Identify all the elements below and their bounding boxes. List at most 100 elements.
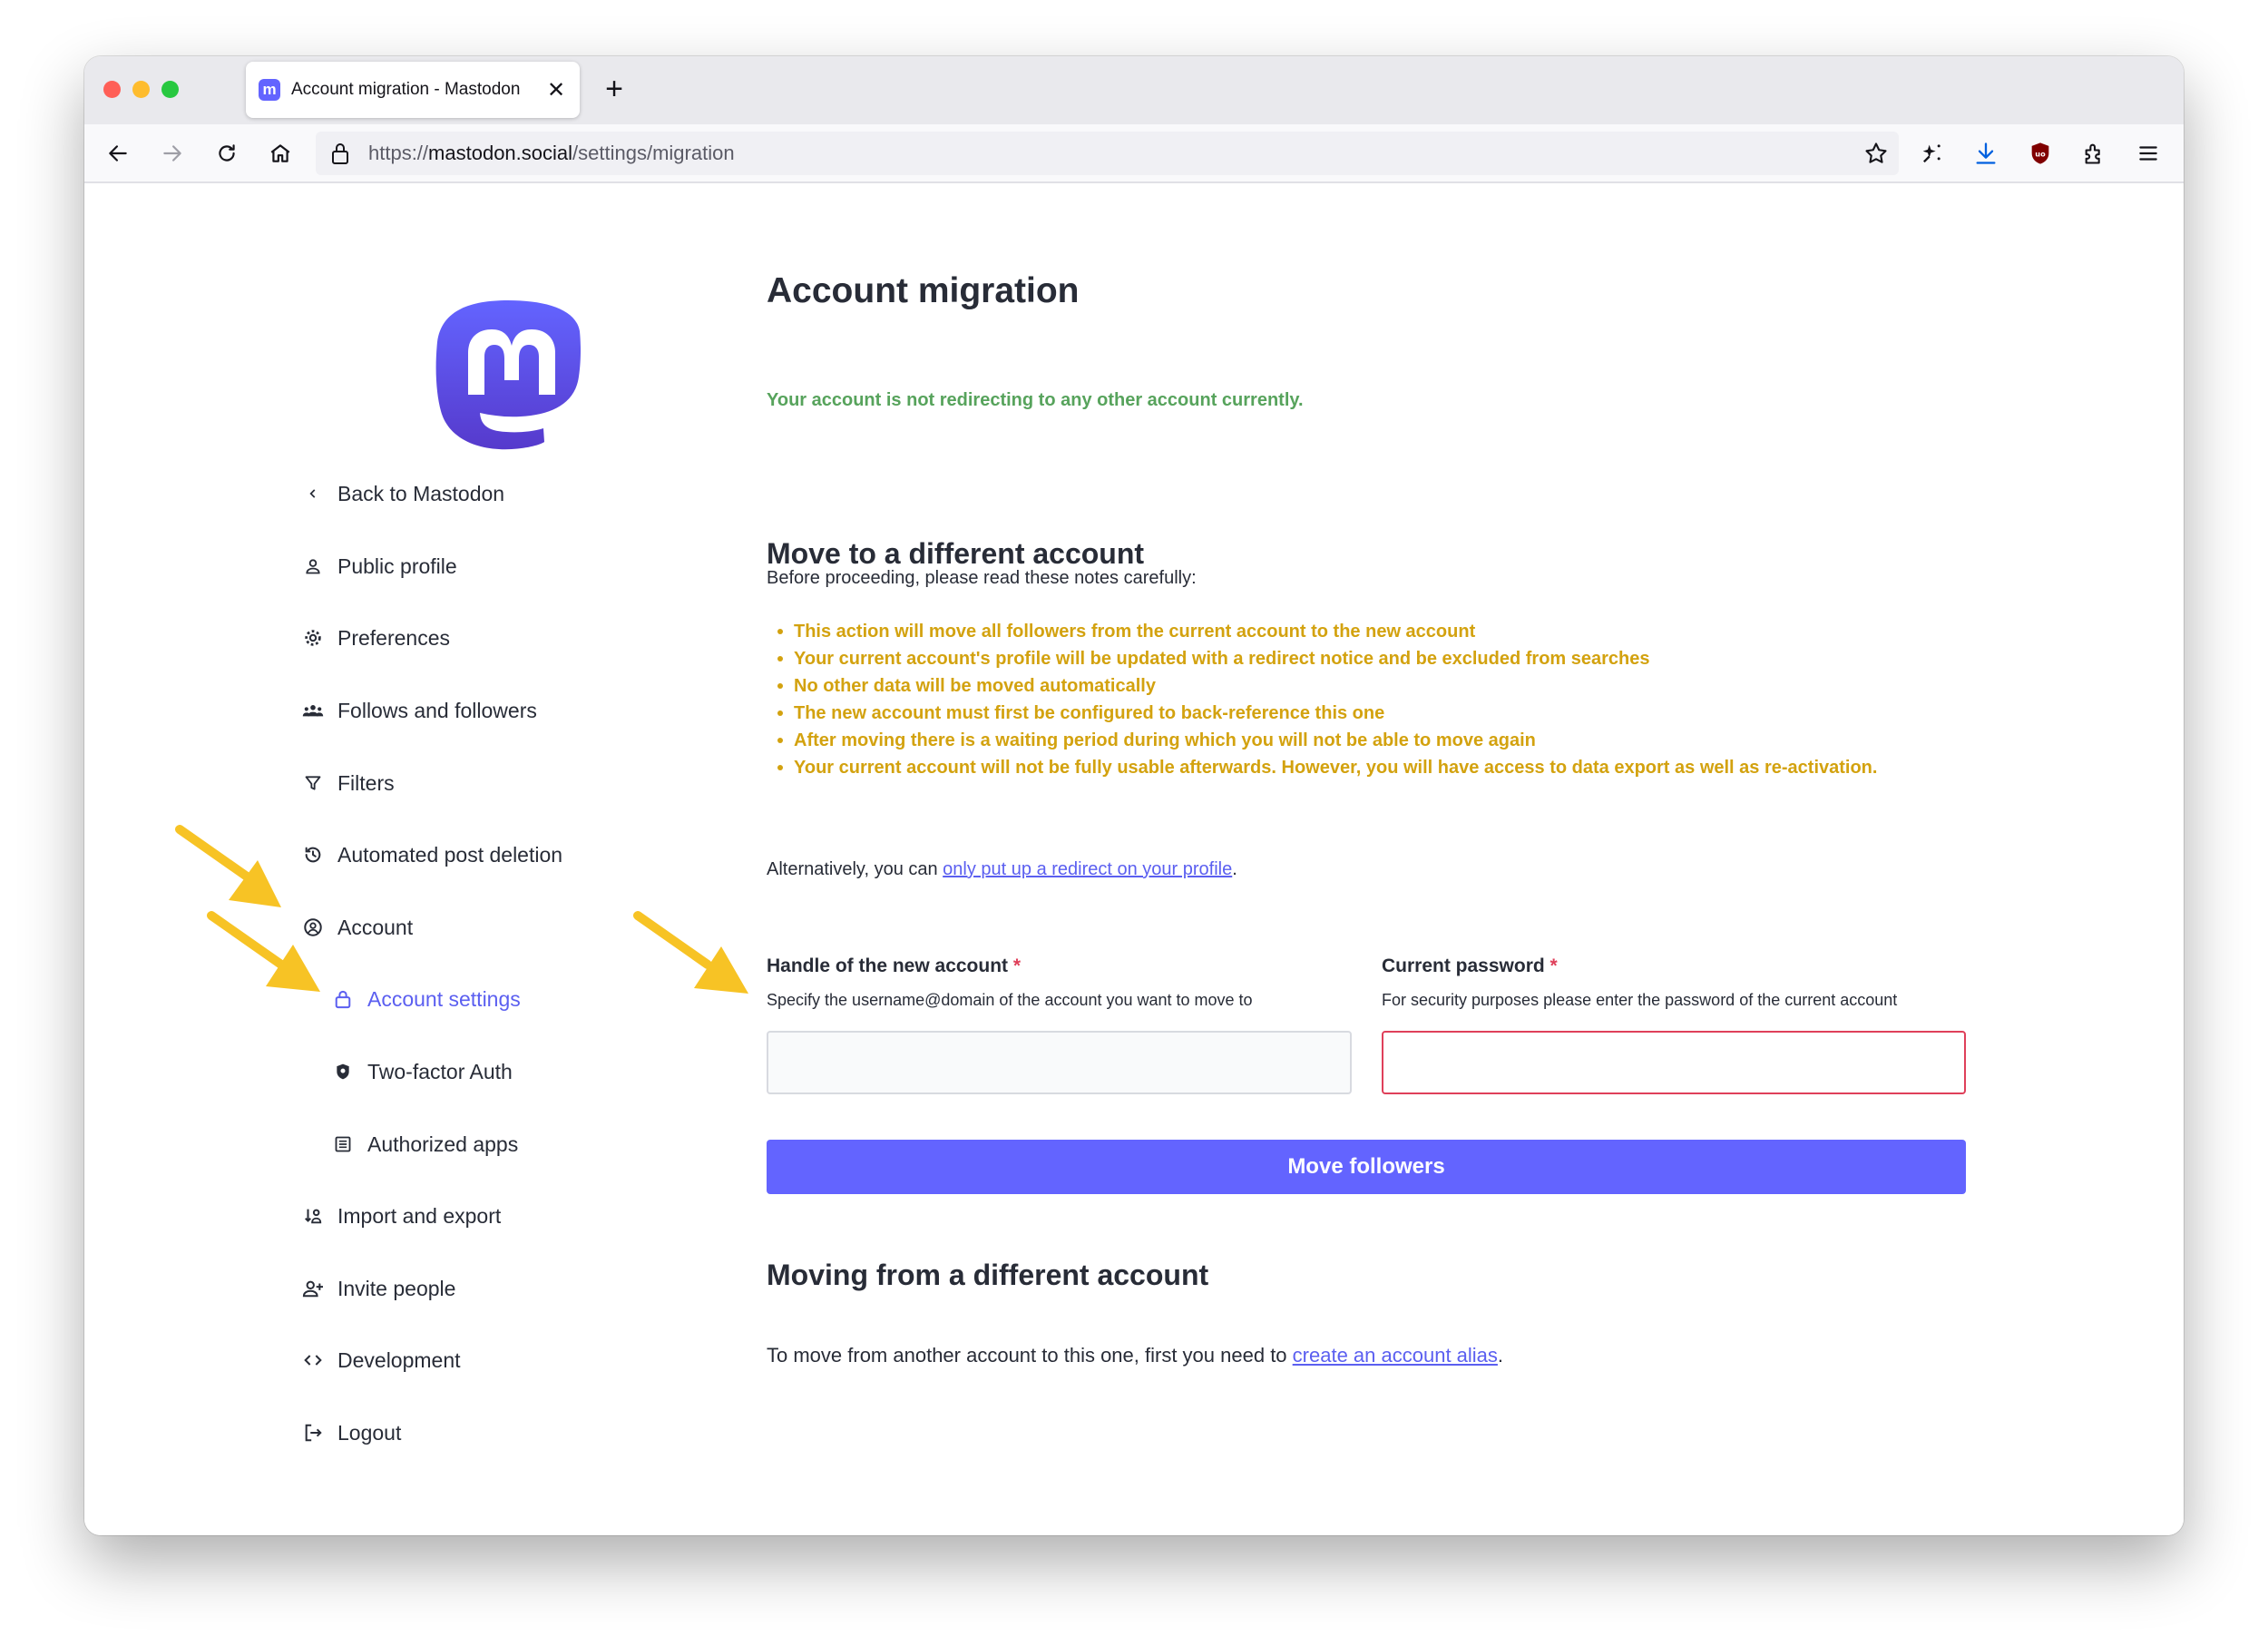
list-item: No other data will be moved automaticall… xyxy=(767,672,1877,700)
sidebar-item-label: Automated post deletion xyxy=(337,842,563,867)
browser-window: m Account migration - Mastodon ✕ + https… xyxy=(84,56,2184,1535)
mastodon-favicon-icon: m xyxy=(259,79,280,101)
list-icon xyxy=(332,1133,354,1155)
history-icon xyxy=(302,844,324,866)
move-followers-button[interactable]: Move followers xyxy=(767,1140,1966,1194)
list-item: Your current account's profile will be u… xyxy=(767,645,1877,672)
sidebar-item-invite-people[interactable]: Invite people xyxy=(302,1270,455,1307)
redirect-profile-link[interactable]: only put up a redirect on your profile xyxy=(943,859,1232,879)
create-alias-link[interactable]: create an account alias xyxy=(1293,1344,1498,1367)
alternative-suffix: . xyxy=(1232,859,1237,879)
sidebar-item-automated-post-deletion[interactable]: Automated post deletion xyxy=(302,837,562,873)
moving-from-heading: Moving from a different account xyxy=(767,1259,1209,1291)
annotation-arrow-icon xyxy=(207,911,320,992)
new-tab-icon[interactable]: + xyxy=(594,69,634,109)
tab-close-icon[interactable]: ✕ xyxy=(545,77,567,103)
tab-bar: m Account migration - Mastodon ✕ + xyxy=(84,56,2184,124)
sidebar-item-development[interactable]: Development xyxy=(302,1342,461,1378)
url-host: mastodon.social xyxy=(428,142,573,164)
annotation-arrow-icon xyxy=(175,825,281,907)
reload-icon[interactable] xyxy=(209,135,245,171)
alternative-prefix: Alternatively, you can xyxy=(767,859,943,879)
zoom-window-button[interactable] xyxy=(161,81,179,98)
list-item: Your current account will not be fully u… xyxy=(767,754,1877,781)
puzzle-extensions-icon[interactable] xyxy=(2077,135,2113,171)
import-export-icon xyxy=(302,1205,324,1227)
sidebar-item-logout[interactable]: Logout xyxy=(302,1415,401,1451)
url-text: https://mastodon.social/settings/migrati… xyxy=(368,142,735,165)
password-input[interactable] xyxy=(1382,1031,1966,1094)
sidebar-item-follows-and-followers[interactable]: Follows and followers xyxy=(302,692,537,729)
required-mark: * xyxy=(1012,955,1022,976)
moving-from-text: To move from another account to this one… xyxy=(767,1344,1503,1367)
download-icon[interactable] xyxy=(1968,135,2004,171)
sidebar-item-label: Follows and followers xyxy=(337,698,537,722)
sidebar-item-import-and-export[interactable]: Import and export xyxy=(302,1198,501,1234)
close-window-button[interactable] xyxy=(103,81,121,98)
handle-input[interactable] xyxy=(767,1031,1352,1094)
sidebar-item-label: Import and export xyxy=(337,1203,502,1228)
minimize-window-button[interactable] xyxy=(132,81,150,98)
home-icon[interactable] xyxy=(262,135,298,171)
person-add-icon xyxy=(302,1278,324,1299)
lock-icon xyxy=(332,988,354,1010)
moving-prefix: To move from another account to this one… xyxy=(767,1344,1293,1367)
navigation-bar: https://mastodon.social/settings/migrati… xyxy=(84,124,2184,183)
list-item: After moving there is a waiting period d… xyxy=(767,727,1877,754)
sidebar-item-back-to-mastodon[interactable]: Back to Mastodon xyxy=(302,475,504,512)
alternative-text: Alternatively, you can only put up a red… xyxy=(767,859,1237,880)
sidebar-item-authorized-apps[interactable]: Authorized apps xyxy=(332,1126,518,1162)
sidebar-item-label: Logout xyxy=(337,1420,402,1445)
bookmark-star-icon[interactable] xyxy=(1858,135,1894,171)
moving-suffix: . xyxy=(1497,1344,1504,1367)
redirect-status-text: Your account is not redirecting to any o… xyxy=(767,390,1304,410)
sidebar-item-label: Preferences xyxy=(337,625,451,650)
sidebar-item-preferences[interactable]: Preferences xyxy=(302,620,450,656)
svg-text:uo: uo xyxy=(2035,150,2046,159)
browser-tab[interactable]: m Account migration - Mastodon ✕ xyxy=(246,62,580,118)
logout-icon xyxy=(302,1422,324,1444)
sidebar-item-filters[interactable]: Filters xyxy=(302,765,395,801)
sidebar-item-two-factor-auth[interactable]: Two-factor Auth xyxy=(332,1053,513,1090)
url-path: /settings/migration xyxy=(572,142,735,164)
filter-icon xyxy=(302,772,324,794)
page-title: Account migration xyxy=(767,271,1080,310)
page-content: Back to Mastodon Public profile Preferen… xyxy=(84,183,2184,1535)
people-icon xyxy=(302,700,324,721)
handle-label: Handle of the new account * xyxy=(767,955,1021,977)
sidebar-item-label: Filters xyxy=(337,770,395,795)
lock-icon[interactable] xyxy=(328,140,352,167)
sidebar-item-label: Invite people xyxy=(337,1276,456,1300)
password-hint: For security purposes please enter the p… xyxy=(1382,991,1898,1009)
code-icon xyxy=(302,1349,324,1371)
ublock-shield-icon[interactable]: uo xyxy=(2022,135,2058,171)
sidebar-item-label: Development xyxy=(337,1347,461,1372)
sidebar-item-account-settings[interactable]: Account settings xyxy=(332,981,521,1017)
sidebar-item-label: Authorized apps xyxy=(367,1132,519,1156)
back-arrow-icon[interactable] xyxy=(100,135,136,171)
address-bar[interactable]: https://mastodon.social/settings/migrati… xyxy=(316,132,1899,175)
forward-arrow-icon[interactable] xyxy=(154,135,191,171)
move-heading: Move to a different account xyxy=(767,537,1145,570)
handle-label-text: Handle of the new account xyxy=(767,955,1009,976)
required-mark: * xyxy=(1549,955,1558,976)
mastodon-logo-icon[interactable] xyxy=(434,297,583,456)
url-scheme: https:// xyxy=(368,142,429,164)
gear-icon xyxy=(302,627,324,649)
sidebar-item-label: Two-factor Auth xyxy=(367,1059,513,1083)
chevron-left-icon xyxy=(302,483,324,505)
extensions-sparkle-icon[interactable] xyxy=(1913,135,1950,171)
handle-hint: Specify the username@domain of the accou… xyxy=(767,991,1253,1009)
shield-icon xyxy=(332,1061,354,1083)
warning-notes-list: This action will move all followers from… xyxy=(767,618,1877,781)
list-item: This action will move all followers from… xyxy=(767,618,1877,645)
menu-hamburger-icon[interactable] xyxy=(2130,135,2166,171)
password-label-text: Current password xyxy=(1382,955,1545,976)
annotation-arrow-icon xyxy=(633,911,748,994)
sidebar-item-public-profile[interactable]: Public profile xyxy=(302,548,457,584)
sidebar-item-label: Account settings xyxy=(367,986,521,1011)
list-item: The new account must first be configured… xyxy=(767,700,1877,727)
password-label: Current password * xyxy=(1382,955,1558,977)
person-icon xyxy=(302,555,324,577)
tab-title: Account migration - Mastodon xyxy=(291,80,521,99)
